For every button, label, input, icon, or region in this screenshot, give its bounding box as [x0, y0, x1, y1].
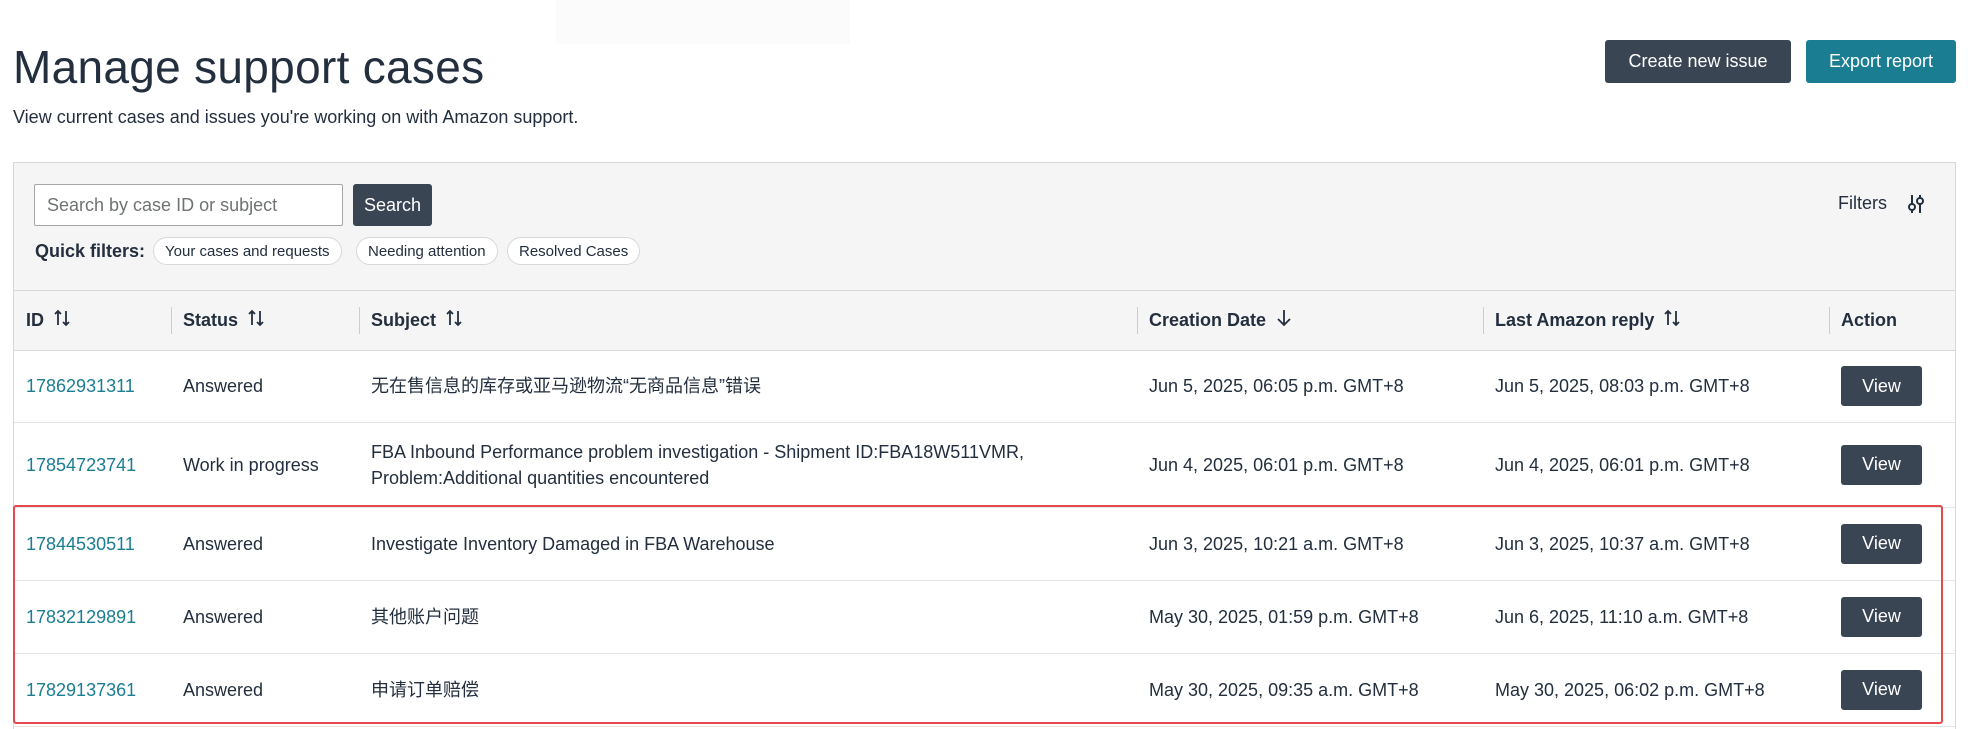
view-button[interactable]: View: [1841, 523, 1922, 564]
case-creation-date: May 30, 2025, 09:35 a.m. GMT+8: [1137, 653, 1483, 727]
case-creation-date: Jun 4, 2025, 06:01 p.m. GMT+8: [1137, 422, 1483, 508]
case-last-reply: Jun 5, 2025, 08:03 p.m. GMT+8: [1483, 350, 1829, 423]
table-row: 17832129891 Answered 其他账户问题 May 30, 2025…: [14, 580, 1955, 654]
case-id-link[interactable]: 17862931311: [26, 376, 135, 396]
page-title: Manage support cases: [13, 41, 485, 93]
case-last-reply: May 30, 2025, 06:02 p.m. GMT+8: [1483, 653, 1829, 727]
table-header-row: ID Status Subject Creation Date Last Ama…: [14, 291, 1955, 351]
case-last-reply: Jun 3, 2025, 10:37 a.m. GMT+8: [1483, 507, 1829, 581]
column-label: Creation Date: [1149, 309, 1267, 330]
case-id-link[interactable]: 17854723741: [26, 455, 136, 475]
search-button[interactable]: Search: [353, 184, 432, 226]
chip-resolved-cases[interactable]: Resolved Cases: [507, 237, 641, 265]
column-label: Action: [1841, 309, 1897, 330]
case-creation-date: Jun 5, 2025, 06:05 p.m. GMT+8: [1137, 350, 1483, 423]
column-header-action: Action: [1829, 291, 1955, 351]
column-header-creation-date[interactable]: Creation Date: [1137, 291, 1483, 351]
case-last-reply: Jun 6, 2025, 11:10 a.m. GMT+8: [1483, 580, 1829, 654]
case-subject: FBA Inbound Performance problem investig…: [359, 422, 1137, 508]
chip-needing-attention[interactable]: Needing attention: [356, 237, 498, 265]
create-new-issue-button[interactable]: Create new issue: [1605, 40, 1791, 83]
sliders-icon: [1907, 194, 1925, 214]
view-button[interactable]: View: [1841, 366, 1922, 406]
case-subject: Investigate Inventory Damaged in FBA War…: [359, 507, 1137, 581]
column-label: ID: [26, 309, 44, 330]
column-header-status[interactable]: Status: [171, 291, 359, 351]
support-cases-page: Manage support cases View current cases …: [0, 0, 1968, 729]
page-subtitle: View current cases and issues you're wor…: [13, 107, 579, 127]
case-id-link[interactable]: 17832129891: [26, 607, 136, 627]
filters-toggle[interactable]: Filters: [1838, 193, 1925, 214]
export-report-button[interactable]: Export report: [1806, 40, 1956, 83]
table-row: 17862931311 Answered 无在售信息的库存或亚马逊物流“无商品信…: [14, 350, 1955, 423]
column-label: Last Amazon reply: [1495, 309, 1655, 330]
column-label: Subject: [371, 309, 437, 330]
table-row: 17844530511 Answered Investigate Invento…: [14, 507, 1955, 581]
case-creation-date: May 30, 2025, 01:59 p.m. GMT+8: [1137, 580, 1483, 654]
column-divider: [1829, 307, 1830, 334]
case-id-link[interactable]: 17844530511: [26, 534, 135, 554]
column-header-last-reply[interactable]: Last Amazon reply: [1483, 291, 1829, 351]
view-button[interactable]: View: [1841, 669, 1922, 710]
case-subject: 无在售信息的库存或亚马逊物流“无商品信息”错误: [359, 350, 1137, 423]
view-button[interactable]: View: [1841, 444, 1922, 485]
column-divider: [1137, 307, 1138, 334]
case-status: Answered: [171, 653, 359, 727]
case-subject: 申请订单赔偿: [359, 653, 1137, 727]
case-last-reply: Jun 4, 2025, 06:01 p.m. GMT+8: [1483, 422, 1829, 508]
column-label: Status: [183, 309, 239, 330]
column-header-id[interactable]: ID: [14, 291, 171, 351]
table-row: 17854723741 Work in progress FBA Inbound…: [14, 422, 1955, 508]
column-divider: [1483, 307, 1484, 334]
cases-panel: Search Quick filters: Your cases and req…: [13, 162, 1956, 729]
case-creation-date: Jun 3, 2025, 10:21 a.m. GMT+8: [1137, 507, 1483, 581]
sort-descending-icon: [1276, 309, 1292, 332]
column-divider: [171, 307, 172, 334]
sort-icon: [248, 309, 264, 332]
column-header-subject[interactable]: Subject: [359, 291, 1137, 351]
column-divider: [359, 307, 360, 334]
case-status: Work in progress: [171, 422, 359, 508]
table-row: 17829137361 Answered 申请订单赔偿 May 30, 2025…: [14, 653, 1955, 727]
top-placeholder: [556, 0, 850, 44]
case-status: Answered: [171, 580, 359, 654]
case-status: Answered: [171, 350, 359, 423]
case-id-link[interactable]: 17829137361: [26, 680, 136, 700]
filters-label: Filters: [1838, 193, 1887, 213]
view-button[interactable]: View: [1841, 596, 1922, 637]
quick-filters-label: Quick filters:: [35, 241, 146, 261]
filter-bar: Search Quick filters: Your cases and req…: [14, 163, 1955, 291]
sort-icon: [446, 309, 462, 332]
search-input[interactable]: [34, 184, 343, 226]
chip-your-cases[interactable]: Your cases and requests: [153, 237, 342, 265]
sort-icon: [1664, 309, 1681, 332]
case-subject: 其他账户问题: [359, 580, 1137, 654]
case-status: Answered: [171, 507, 359, 581]
cases-table: ID Status Subject Creation Date Last Ama…: [14, 291, 1955, 727]
sort-icon: [54, 309, 70, 332]
